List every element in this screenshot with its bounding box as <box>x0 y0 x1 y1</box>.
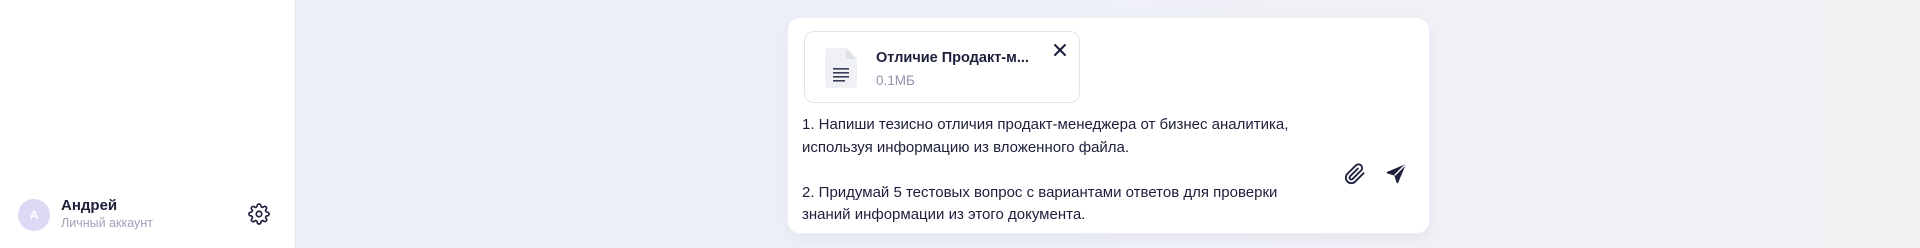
user-name: Андрей <box>61 197 118 214</box>
message-input[interactable]: 1. Напиши тезисно отличия продакт-менедж… <box>802 114 1342 227</box>
send-icon <box>1386 164 1406 184</box>
settings-button[interactable] <box>246 201 272 227</box>
avatar: А <box>18 198 50 231</box>
sidebar: А Андрей Личный аккаунт <box>0 0 296 248</box>
attachment-size: 0.1МБ <box>876 73 915 88</box>
user-info: Андрей Личный аккаунт <box>61 197 153 232</box>
attach-file-button[interactable] <box>1341 160 1369 188</box>
user-profile[interactable]: А Андрей Личный аккаунт <box>18 197 153 232</box>
remove-attachment-button[interactable] <box>1050 40 1070 60</box>
attachment-name: Отличие Продакт-м... <box>876 50 1029 66</box>
message-line: знаний информации из этого документа. <box>802 206 1086 223</box>
document-icon <box>825 48 857 88</box>
paperclip-icon <box>1344 163 1365 185</box>
message-line: 2. Придумай 5 тестовых вопрос с варианта… <box>802 183 1278 201</box>
message-composer: Отличие Продакт-м... 0.1МБ 1. Напиши тез… <box>788 18 1429 233</box>
user-account-type: Личный аккаунт <box>61 216 153 230</box>
send-button[interactable] <box>1382 160 1410 188</box>
message-line <box>802 159 1342 182</box>
message-line: используя информацию из вложенного файла… <box>802 138 1130 156</box>
attachment-card[interactable]: Отличие Продакт-м... 0.1МБ <box>804 31 1080 103</box>
message-line: 1. Напиши тезисно отличия продакт-менедж… <box>802 116 1289 133</box>
close-icon <box>1054 44 1066 56</box>
gear-icon <box>248 203 270 225</box>
